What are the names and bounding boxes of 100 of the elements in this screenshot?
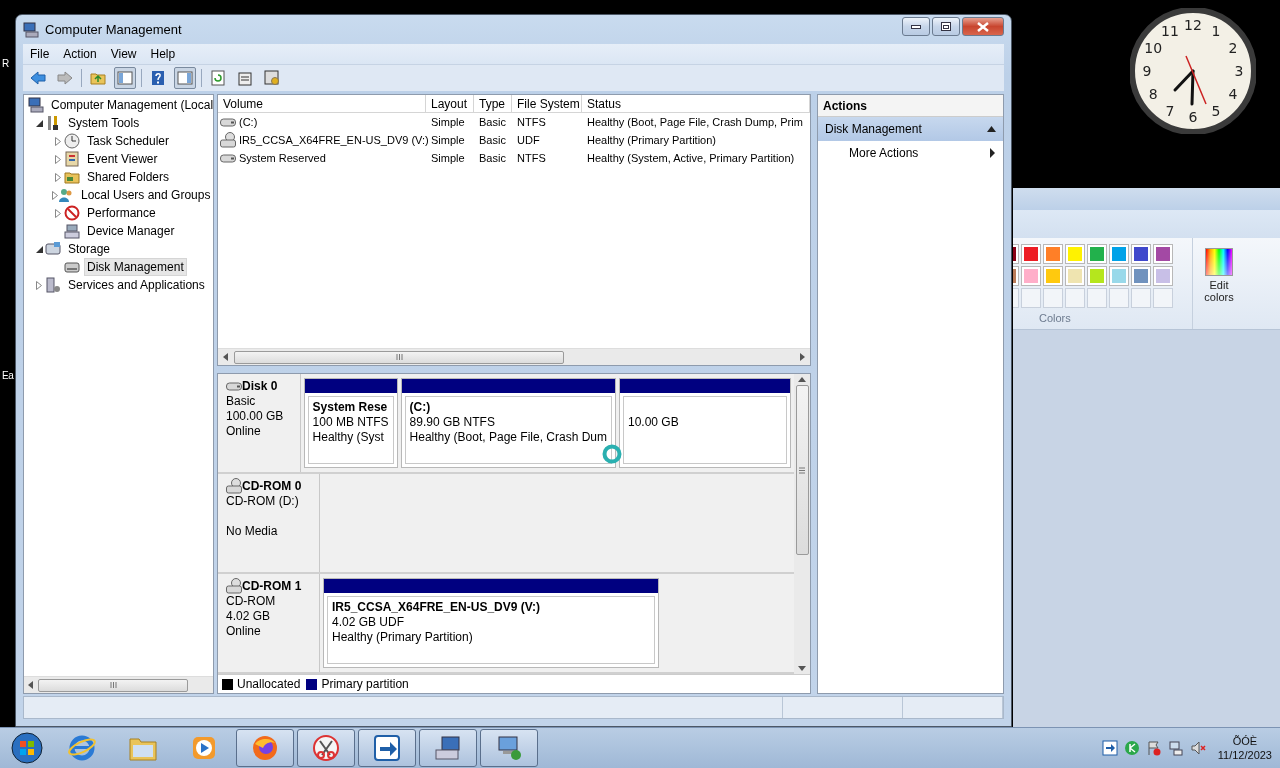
- globe-icon: [68, 734, 96, 762]
- partition-size: 4.02 GB UDF: [332, 615, 406, 631]
- column-header[interactable]: File System: [512, 95, 582, 114]
- window-title: Computer Management: [45, 22, 183, 38]
- expanded-arrow-icon[interactable]: [35, 245, 43, 253]
- menu-item[interactable]: Help: [143, 47, 183, 62]
- minimize-button[interactable]: [902, 17, 930, 37]
- tree-item[interactable]: System Tools: [65, 114, 143, 133]
- scrollbar-thumb[interactable]: [234, 350, 564, 364]
- column-header[interactable]: Status: [582, 95, 810, 114]
- disk-drive-icon: [64, 259, 80, 276]
- tree-item[interactable]: Services and Applications: [65, 276, 208, 295]
- tree-item[interactable]: Task Scheduler: [84, 132, 173, 151]
- tree-item[interactable]: Device Manager: [84, 222, 178, 241]
- tree-item[interactable]: Local Users and Groups: [78, 186, 213, 205]
- taskbar-button[interactable]: [297, 729, 355, 767]
- minimize-icon: [911, 24, 921, 29]
- show-actions-button[interactable]: [174, 67, 196, 90]
- network-computer-icon: [495, 734, 523, 762]
- close-button[interactable]: [962, 17, 1004, 37]
- partition-block[interactable]: (C:) 89.90 GB NTFS Healthy (Boot, Page File, Crash Dum: [400, 378, 616, 469]
- collapsed-arrow-icon[interactable]: [55, 208, 61, 218]
- action-item[interactable]: More Actions: [818, 141, 1003, 166]
- disk-name: CD-ROM 1: [226, 578, 319, 595]
- table-cell: IR5_CCSA_X64FRE_EN-US_DV9 (V:): [218, 132, 426, 149]
- table-cell-text: Healthy (System, Active, Primary Partition): [586, 152, 796, 165]
- collapse-arrow-icon: [987, 126, 996, 133]
- disk-name: CD-ROM 0: [226, 478, 319, 495]
- scrollbar-thumb[interactable]: [795, 385, 809, 556]
- partition-block[interactable]: IR5_CCSA_X64FRE_EN-US_DV9 (V:) 4.02 GB UDF Healthy (Primary Partition): [323, 578, 659, 669]
- disk-type: CD-ROM: [226, 594, 277, 610]
- tree-item[interactable]: Shared Folders: [84, 168, 173, 187]
- tree-item[interactable]: Storage: [65, 240, 114, 259]
- device-icon: [64, 223, 80, 240]
- clock-numeral: 2: [1228, 40, 1238, 56]
- desktop-icon-label[interactable]: Ea: [2, 370, 14, 381]
- tree-item[interactable]: Disk Management: [84, 258, 187, 277]
- table-cell-text: Healthy (Primary Partition): [586, 134, 717, 147]
- empty-color-slot[interactable]: [1153, 288, 1173, 308]
- tree-item[interactable]: Computer Management (Local: [48, 96, 213, 115]
- clock-numeral: 1: [1211, 23, 1221, 40]
- actions-section[interactable]: Disk Management: [818, 117, 1003, 142]
- table-cell-text: NTFS: [516, 116, 547, 129]
- shield-icon[interactable]: [1123, 740, 1140, 756]
- scissors-icon: [312, 734, 340, 762]
- section-title: Disk Management: [825, 122, 922, 137]
- menu-item[interactable]: View: [103, 47, 144, 62]
- collapsed-arrow-icon[interactable]: [55, 172, 61, 182]
- vertical-scrollbar[interactable]: [794, 374, 810, 675]
- partition-status: Healthy (Boot, Page File, Crash Dum: [409, 430, 607, 446]
- no-sign-icon: [64, 205, 80, 222]
- clock-hands-drawing: [1173, 55, 1207, 106]
- menu-item[interactable]: File: [23, 47, 57, 62]
- column-header[interactable]: Layout: [426, 95, 474, 114]
- clock-icon: [64, 133, 80, 150]
- edit-colors-button[interactable]: Edit colors: [1197, 248, 1241, 312]
- partition-block[interactable]: System Rese 100 MB NTFS Healthy (Syst: [303, 378, 398, 469]
- back-arrow-icon: [30, 70, 46, 87]
- taskbar-button[interactable]: [358, 729, 416, 767]
- tree-item[interactable]: Performance: [84, 204, 159, 223]
- tree-item[interactable]: Event Viewer: [84, 150, 161, 169]
- speaker-muted-icon[interactable]: [1189, 740, 1206, 756]
- desktop-icon-label[interactable]: R: [2, 58, 9, 69]
- disk-size: 100.00 GB: [226, 409, 285, 425]
- table-cell-text: Simple: [430, 116, 466, 129]
- column-header[interactable]: Type: [474, 95, 512, 114]
- busy-cursor-icon: [601, 443, 623, 466]
- disk-status: No Media: [226, 524, 279, 540]
- scroll-up-icon: [798, 376, 806, 383]
- empty-color-slot[interactable]: [1021, 288, 1041, 308]
- actions-header: Actions: [818, 95, 1003, 118]
- collapsed-arrow-icon[interactable]: [52, 190, 58, 200]
- column-header[interactable]: Volume: [218, 95, 426, 114]
- partition-size: 89.90 GB NTFS: [409, 415, 496, 431]
- horizontal-scrollbar[interactable]: [24, 676, 213, 694]
- taskbar-button[interactable]: [480, 729, 538, 767]
- empty-color-slot[interactable]: [1043, 288, 1063, 308]
- clock-numeral: 12: [1184, 17, 1202, 33]
- expanded-arrow-icon[interactable]: [35, 119, 43, 127]
- table-cell: System Reserved: [218, 152, 426, 165]
- services-icon: [45, 277, 61, 294]
- collapsed-arrow-icon[interactable]: [36, 280, 42, 290]
- empty-color-slot[interactable]: [1109, 288, 1129, 308]
- log-icon: [64, 151, 80, 168]
- taskbar-button[interactable]: [236, 729, 294, 767]
- empty-color-slot[interactable]: [1131, 288, 1151, 308]
- empty-color-slot[interactable]: [1065, 288, 1085, 308]
- maximize-button[interactable]: [932, 17, 960, 37]
- horizontal-scrollbar[interactable]: [218, 348, 810, 366]
- disk-status: Online: [226, 624, 262, 640]
- scrollbar-thumb[interactable]: [38, 678, 188, 692]
- network-icon[interactable]: [1167, 740, 1184, 756]
- collapsed-arrow-icon[interactable]: [55, 136, 61, 146]
- collapsed-arrow-icon[interactable]: [55, 154, 61, 164]
- flag-icon[interactable]: [1145, 740, 1162, 756]
- show-tree-button[interactable]: [114, 67, 136, 90]
- empty-color-slot[interactable]: [1087, 288, 1107, 308]
- taskbar-button[interactable]: [419, 729, 477, 767]
- menu-item[interactable]: Action: [56, 47, 104, 62]
- partition-block[interactable]: 10.00 GB: [619, 378, 791, 469]
